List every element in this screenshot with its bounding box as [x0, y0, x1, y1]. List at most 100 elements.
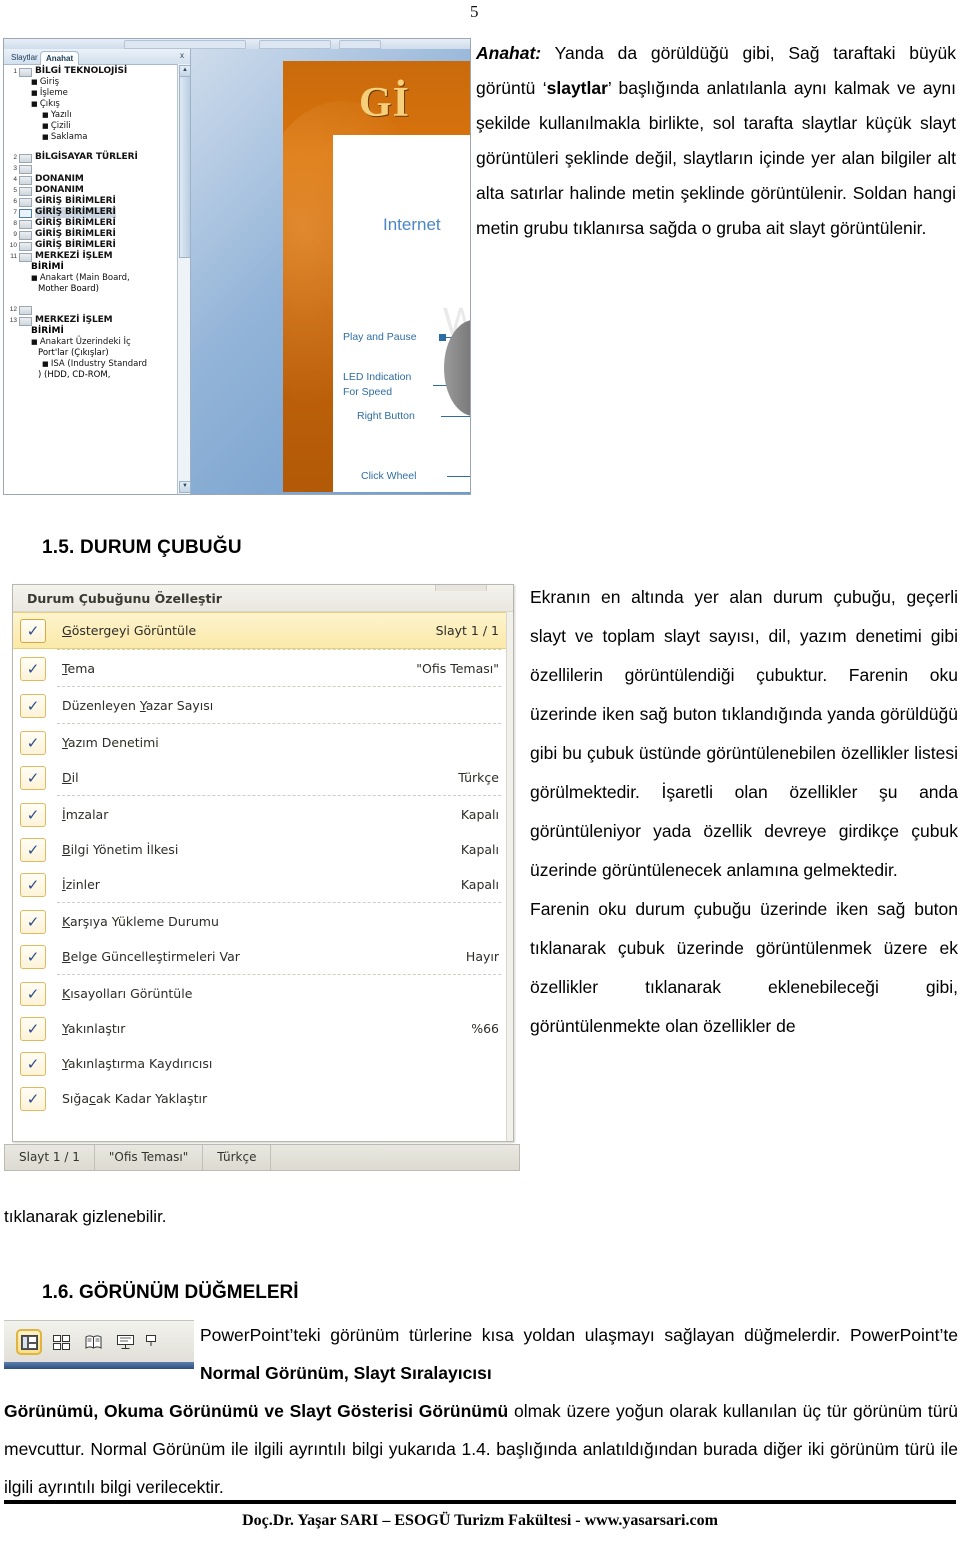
slide-editing-area: Gİ WWW Internet Play and Pause LED Indic…: [191, 49, 470, 494]
status-bar[interactable]: Slayt 1 / 1 "Ofis Teması" Türkçe: [4, 1144, 520, 1171]
status-bar-menu-item[interactable]: ✓ Yakınlaştır %66: [13, 1011, 513, 1046]
checkmark-icon[interactable]: ✓: [20, 837, 46, 862]
status-bar-bottom-strip: [4, 1362, 194, 1369]
outline-slide-number: 9: [13, 231, 17, 238]
outline-slide-thumbnail-icon[interactable]: [19, 198, 32, 207]
outline-slide-title: MERKEZİ İŞLEM: [35, 251, 113, 261]
outline-scrollbar[interactable]: ▲ ▼: [177, 64, 191, 494]
menu-items-container[interactable]: ✓ Göstergeyi Görüntüle Slayt 1 / 1 ✓ Tema "Of…: [13, 612, 513, 1141]
scroll-down-icon[interactable]: ▼: [179, 481, 191, 493]
callout-led-indication: LED Indication: [343, 371, 412, 383]
outline-slide-thumbnail-icon[interactable]: [19, 231, 32, 240]
outline-slide-row[interactable]: 9 GİRİŞ BİRİMLERİ: [4, 229, 178, 240]
paragraph-anahat-after: ’ başlığında anlatılanla aynı kalmak ve …: [476, 78, 956, 238]
outline-slide-title: BİLGİ TEKNOLOJİSİ: [35, 66, 128, 76]
outline-slide-row[interactable]: 3: [4, 163, 178, 174]
outline-slide-thumbnail-icon[interactable]: [19, 176, 32, 185]
outline-slide-number: 5: [13, 187, 17, 194]
outline-slide-row[interactable]: 8 GİRİŞ BİRİMLERİ: [4, 218, 178, 229]
outline-slide-thumbnail-icon[interactable]: [19, 209, 32, 218]
outline-slide-thumbnail-icon[interactable]: [19, 306, 32, 315]
outline-slide-thumbnail-icon[interactable]: [19, 317, 32, 326]
outline-slide-thumbnail-icon[interactable]: [19, 187, 32, 196]
outline-slide-row[interactable]: 5 DONANIM: [4, 185, 178, 196]
menu-item-label: Bilgi Yönetim İlkesi: [62, 842, 179, 857]
outline-slide-row[interactable]: 10 GİRİŞ BİRİMLERİ: [4, 240, 178, 251]
status-bar-menu-item[interactable]: ✓ Düzenleyen Yazar Sayısı: [13, 688, 513, 723]
outline-slide-row[interactable]: 12: [4, 304, 178, 315]
status-bar-menu-item[interactable]: ✓ Kısayolları Görüntüle: [13, 976, 513, 1011]
checkmark-icon[interactable]: ✓: [20, 693, 46, 718]
outline-bullet-line: BİRİMİ: [4, 326, 178, 337]
outline-slide-thumbnail-icon[interactable]: [19, 242, 32, 251]
bullet-square-icon: ■: [31, 78, 40, 86]
outline-slide-title: GİRİŞ BİRİMLERİ: [35, 218, 116, 228]
slide-show-icon[interactable]: [112, 1329, 138, 1355]
partial-icon[interactable]: [144, 1329, 158, 1355]
outline-pane: Slaytlar Anahat x 1 BİLGİ TEKNOLOJİSİ ■ Gi…: [4, 49, 191, 494]
tab-slaytlar[interactable]: Slaytlar: [6, 51, 43, 64]
close-icon[interactable]: x: [180, 51, 184, 60]
outline-slide-thumbnail-icon[interactable]: [19, 154, 32, 163]
status-bar-menu-item[interactable]: ✓ Belge Güncelleştirmeleri Var Hayır: [13, 939, 513, 974]
scrollbar-thumb[interactable]: [179, 76, 191, 258]
status-bar-menu-item[interactable]: ✓ Tema "Ofis Teması": [13, 651, 513, 686]
outline-slide-row[interactable]: 6 GİRİŞ BİRİMLERİ: [4, 196, 178, 207]
slide-sorter-icon[interactable]: [48, 1329, 74, 1355]
outline-slide-title: MERKEZİ İŞLEM: [35, 315, 113, 325]
outline-slide-thumbnail-icon[interactable]: [19, 165, 32, 174]
status-bar-menu-item[interactable]: ✓ Göstergeyi Görüntüle Slayt 1 / 1: [13, 612, 513, 649]
outline-slide-number: 10: [9, 242, 17, 249]
checkmark-icon[interactable]: ✓: [20, 618, 46, 643]
checkmark-icon[interactable]: ✓: [20, 656, 46, 681]
status-bar-menu-item[interactable]: ✓ Dil Türkçe: [13, 760, 513, 795]
status-bar-cell[interactable]: "Ofis Teması": [95, 1145, 204, 1170]
checkmark-icon[interactable]: ✓: [20, 1016, 46, 1041]
checkmark-icon[interactable]: ✓: [20, 765, 46, 790]
checkmark-icon[interactable]: ✓: [20, 909, 46, 934]
outline-slide-number: 1: [13, 68, 17, 75]
status-bar-menu-item[interactable]: ✓ İzinler Kapalı: [13, 867, 513, 902]
outline-bullet-text: Saklama: [50, 132, 88, 142]
checkmark-icon[interactable]: ✓: [20, 872, 46, 897]
tab-anahat[interactable]: Anahat: [40, 51, 80, 65]
status-bar-cell[interactable]: Türkçe: [203, 1145, 272, 1170]
checkmark-icon[interactable]: ✓: [20, 1086, 46, 1111]
paragraph-16-line1: PowerPoint’teki görünüm türlerine kısa y…: [200, 1316, 958, 1392]
outline-bullet-line: Port'lar (Çıkışlar): [4, 348, 178, 359]
paragraph-anahat-bold: slaytlar: [546, 78, 608, 98]
menu-item-label: Yazım Denetimi: [62, 735, 159, 750]
outline-slide-thumbnail-icon[interactable]: [19, 253, 32, 262]
outline-bullet-line: BİRİMİ: [4, 262, 178, 273]
outline-slide-row[interactable]: 11 MERKEZİ İŞLEM: [4, 251, 178, 262]
outline-item-list[interactable]: 1 BİLGİ TEKNOLOJİSİ ■ Giriş ■ İşleme ■ Çıkış…: [4, 64, 178, 494]
outline-slide-row[interactable]: 7 GİRİŞ BİRİMLERİ: [4, 207, 178, 218]
checkmark-icon[interactable]: ✓: [20, 981, 46, 1006]
outline-bullet-text: Port'lar (Çıkışlar): [38, 348, 109, 358]
customize-status-bar-menu[interactable]: Durum Çubuğunu Özelleştir ✓ Göstergeyi Gö…: [12, 584, 514, 1142]
checkmark-icon[interactable]: ✓: [20, 944, 46, 969]
menu-scrollbar[interactable]: [506, 612, 513, 1141]
outline-slide-row[interactable]: 1 BİLGİ TEKNOLOJİSİ: [4, 66, 178, 77]
outline-slide-thumbnail-icon[interactable]: [19, 220, 32, 229]
outline-slide-row[interactable]: 2 BİLGİSAYAR TÜRLERİ: [4, 152, 178, 163]
outline-slide-thumbnail-icon[interactable]: [19, 68, 32, 77]
normal-view-icon[interactable]: [16, 1329, 42, 1355]
status-bar-cell[interactable]: Slayt 1 / 1: [5, 1145, 95, 1170]
outline-slide-row[interactable]: 13 MERKEZİ İŞLEM: [4, 315, 178, 326]
outline-slide-row[interactable]: 4 DONANIM: [4, 174, 178, 185]
outline-slide-number: 7: [13, 209, 17, 216]
menu-item-label: İmzalar: [62, 807, 109, 822]
status-bar-menu-item[interactable]: ✓ Yazım Denetimi: [13, 725, 513, 760]
checkmark-icon[interactable]: ✓: [20, 730, 46, 755]
checkmark-icon[interactable]: ✓: [20, 1051, 46, 1076]
status-bar-menu-item[interactable]: ✓ Sığacak Kadar Yaklaştır: [13, 1081, 513, 1116]
checkmark-icon[interactable]: ✓: [20, 802, 46, 827]
status-bar-menu-item[interactable]: ✓ Bilgi Yönetim İlkesi Kapalı: [13, 832, 513, 867]
status-bar-menu-item[interactable]: ✓ Yakınlaştırma Kaydırıcısı: [13, 1046, 513, 1081]
status-bar-menu-item[interactable]: ✓ İmzalar Kapalı: [13, 797, 513, 832]
status-bar-menu-item[interactable]: ✓ Karşıya Yükleme Durumu: [13, 904, 513, 939]
reading-view-icon[interactable]: [80, 1329, 106, 1355]
footer-divider: [4, 1500, 956, 1504]
outline-bullet-line: ■ Anakart (Main Board,: [4, 273, 178, 284]
